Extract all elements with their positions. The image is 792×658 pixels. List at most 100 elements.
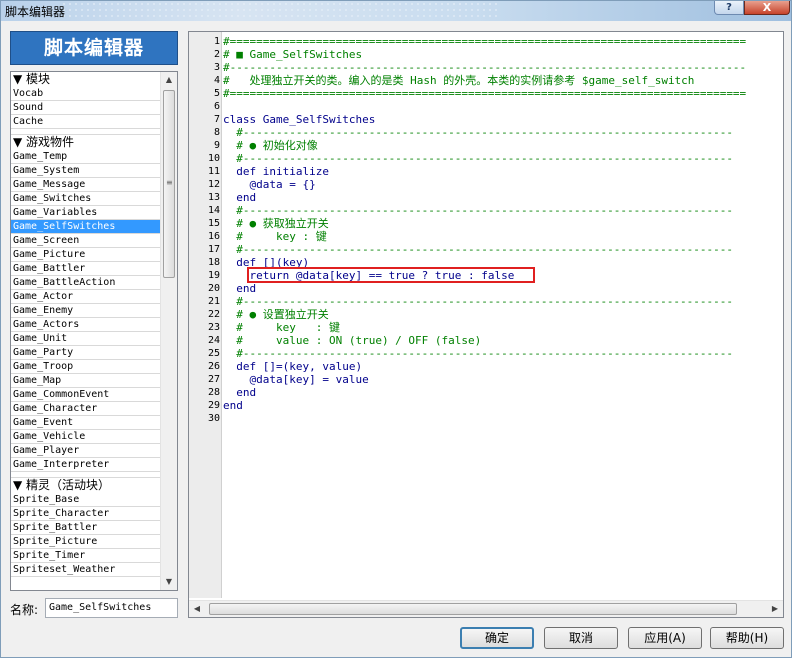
- scroll-left-icon[interactable]: ◀: [189, 601, 205, 617]
- window-title: 脚本编辑器: [5, 5, 66, 19]
- list-item[interactable]: Game_Vehicle: [11, 430, 160, 444]
- list-item[interactable]: Game_Variables: [11, 206, 160, 220]
- list-item[interactable]: Game_Event: [11, 416, 160, 430]
- list-group-header[interactable]: ▼ 游戏物件: [11, 135, 160, 150]
- code-line[interactable]: #---------------------------------------…: [223, 204, 783, 217]
- horizontal-scrollbar[interactable]: ◀ ▶: [189, 600, 783, 617]
- list-item[interactable]: Game_Enemy: [11, 304, 160, 318]
- code-line[interactable]: # ● 获取独立开关: [223, 217, 783, 230]
- list-item[interactable]: Game_Actors: [11, 318, 160, 332]
- list-item[interactable]: Sprite_Base: [11, 493, 160, 507]
- cancel-button[interactable]: 取消: [544, 627, 618, 649]
- code-line[interactable]: # key : 键: [223, 321, 783, 334]
- code-line[interactable]: #---------------------------------------…: [223, 126, 783, 139]
- list-item[interactable]: Vocab: [11, 87, 160, 101]
- line-number: 16: [207, 231, 220, 242]
- list-item[interactable]: Game_System: [11, 164, 160, 178]
- list-item[interactable]: Game_CommonEvent: [11, 388, 160, 402]
- code-line[interactable]: # value : ON (true) / OFF (false): [223, 334, 783, 347]
- panel-header: 脚本编辑器: [10, 31, 178, 65]
- list-item[interactable]: Sprite_Battler: [11, 521, 160, 535]
- line-number: 25: [207, 348, 220, 359]
- list-item[interactable]: Game_Troop: [11, 360, 160, 374]
- code-line[interactable]: @data = {}: [223, 178, 783, 191]
- list-item[interactable]: Game_Message: [11, 178, 160, 192]
- code-line[interactable]: # ■ Game_SelfSwitches: [223, 48, 783, 61]
- code-line[interactable]: [223, 412, 783, 425]
- code-editor[interactable]: 1 2 3 4 5 6 7 8 9 10 11 12 13 14 15 16 17 18 19 20 21 22 23 24 2…: [188, 31, 784, 618]
- code-line[interactable]: end: [223, 282, 783, 295]
- horizontal-scroll-thumb[interactable]: [209, 603, 737, 615]
- apply-button[interactable]: 应用(A): [628, 627, 702, 649]
- code-line[interactable]: class Game_SelfSwitches: [223, 113, 783, 126]
- line-number: 26: [207, 361, 220, 372]
- code-line[interactable]: @data[key] = value: [223, 373, 783, 386]
- code-line[interactable]: #=======================================…: [223, 35, 783, 48]
- code-line[interactable]: [223, 100, 783, 113]
- list-item[interactable]: Game_Actor: [11, 290, 160, 304]
- close-icon[interactable]: X: [744, 1, 790, 15]
- code-line[interactable]: #---------------------------------------…: [223, 295, 783, 308]
- list-item[interactable]: Game_Unit: [11, 332, 160, 346]
- script-name-input[interactable]: Game_SelfSwitches: [45, 598, 178, 618]
- code-area[interactable]: #=======================================…: [223, 35, 783, 595]
- line-number: 27: [207, 374, 220, 385]
- code-line[interactable]: # 处理独立开关的类。编入的是类 Hash 的外壳。本类的实例请参考 $game…: [223, 74, 783, 87]
- list-item[interactable]: Game_Battler: [11, 262, 160, 276]
- list-item[interactable]: Game_Switches: [11, 192, 160, 206]
- list-item[interactable]: Cache: [11, 115, 160, 129]
- list-item[interactable]: Sound: [11, 101, 160, 115]
- list-item[interactable]: Game_Picture: [11, 248, 160, 262]
- line-number: 1: [213, 36, 220, 47]
- highlight-annotation: [247, 267, 535, 283]
- list-item[interactable]: Game_BattleAction: [11, 276, 160, 290]
- line-number: 14: [207, 205, 220, 216]
- list-item[interactable]: Sprite_Picture: [11, 535, 160, 549]
- list-item[interactable]: Sprite_Timer: [11, 549, 160, 563]
- code-line[interactable]: end: [223, 399, 783, 412]
- ok-button[interactable]: 确定: [460, 627, 534, 649]
- list-item[interactable]: Game_Character: [11, 402, 160, 416]
- code-line[interactable]: # ● 设置独立开关: [223, 308, 783, 321]
- line-number: 19: [207, 270, 220, 281]
- help-button[interactable]: 帮助(H): [710, 627, 784, 649]
- help-icon[interactable]: ?: [714, 1, 744, 15]
- code-line[interactable]: #---------------------------------------…: [223, 61, 783, 74]
- list-item[interactable]: Game_Player: [11, 444, 160, 458]
- list-item[interactable]: Game_Temp: [11, 150, 160, 164]
- line-number: 23: [207, 322, 220, 333]
- line-number: 6: [213, 101, 220, 112]
- scroll-thumb[interactable]: ≡: [163, 90, 175, 278]
- code-line[interactable]: def initialize: [223, 165, 783, 178]
- code-line[interactable]: def []=(key, value): [223, 360, 783, 373]
- line-number: 7: [213, 114, 220, 125]
- line-number: 15: [207, 218, 220, 229]
- list-item[interactable]: Game_SelfSwitches: [11, 220, 160, 234]
- list-item[interactable]: Game_Screen: [11, 234, 160, 248]
- line-number: 30: [207, 413, 220, 424]
- line-number: 4: [213, 75, 220, 86]
- code-line[interactable]: # ● 初始化对像: [223, 139, 783, 152]
- list-group-header[interactable]: ▼ 精灵（活动块）: [11, 478, 160, 493]
- script-list[interactable]: ▼ 模块 Vocab Sound Cache ▼ 游戏物件 Game_Temp Game_S…: [10, 71, 178, 591]
- list-item[interactable]: Game_Party: [11, 346, 160, 360]
- script-list-scrollbar[interactable]: ▲ ≡ ▼: [160, 72, 177, 590]
- script-editor-window: 脚本编辑器 ? X 脚本编辑器 ▼ 模块 Vocab Sound Cache ▼ 游戏物…: [0, 0, 792, 658]
- code-line[interactable]: #---------------------------------------…: [223, 347, 783, 360]
- code-line[interactable]: #---------------------------------------…: [223, 152, 783, 165]
- line-number: 21: [207, 296, 220, 307]
- list-item[interactable]: Spriteset_Weather: [11, 563, 160, 577]
- code-line[interactable]: #---------------------------------------…: [223, 243, 783, 256]
- list-item[interactable]: Sprite_Character: [11, 507, 160, 521]
- list-item[interactable]: Game_Interpreter: [11, 458, 160, 472]
- code-line[interactable]: #=======================================…: [223, 87, 783, 100]
- list-group-header[interactable]: ▼ 模块: [11, 72, 160, 87]
- scroll-up-icon[interactable]: ▲: [161, 72, 177, 88]
- scroll-right-icon[interactable]: ▶: [767, 601, 783, 617]
- list-item[interactable]: Game_Map: [11, 374, 160, 388]
- scroll-down-icon[interactable]: ▼: [161, 574, 177, 590]
- title-bar[interactable]: 脚本编辑器 ? X: [1, 1, 791, 21]
- code-line[interactable]: end: [223, 386, 783, 399]
- code-line[interactable]: end: [223, 191, 783, 204]
- code-line[interactable]: # key : 键: [223, 230, 783, 243]
